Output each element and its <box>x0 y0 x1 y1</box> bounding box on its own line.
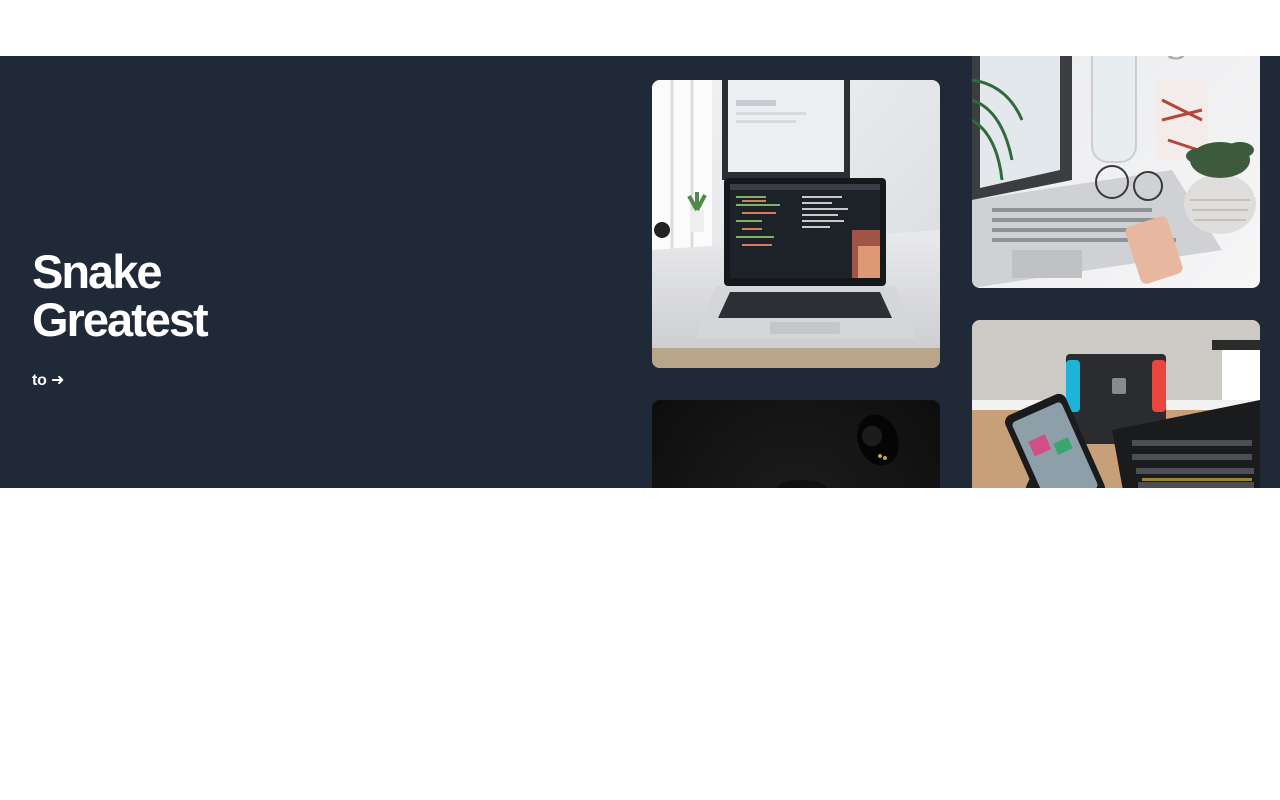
page: Snake Greatest to ➜ <box>0 0 1280 800</box>
laptop-code-desk-picture <box>652 80 940 368</box>
hero-section: Snake Greatest to ➜ <box>0 56 1280 488</box>
silver-laptop-desk-picture: Big <box>972 56 1260 288</box>
dark-earbuds-image[interactable] <box>652 400 940 488</box>
hero-title-line-2: Greatest <box>32 293 209 346</box>
hero-cta-link[interactable]: to ➜ <box>32 370 64 390</box>
hero-title-line-1: Snake <box>32 245 162 298</box>
silver-laptop-desk-image[interactable]: Big <box>972 56 1260 288</box>
gaming-setup-phone-picture <box>972 320 1260 488</box>
hero-text-block: Snake Greatest to ➜ <box>32 245 209 390</box>
dark-earbuds-picture <box>652 400 940 488</box>
top-bar <box>0 0 1280 56</box>
hero-title: Snake Greatest <box>32 245 209 346</box>
gaming-setup-phone-image[interactable] <box>972 320 1260 488</box>
svg-text:Big: Big <box>1120 56 1191 60</box>
laptop-code-desk-image[interactable] <box>652 80 940 368</box>
